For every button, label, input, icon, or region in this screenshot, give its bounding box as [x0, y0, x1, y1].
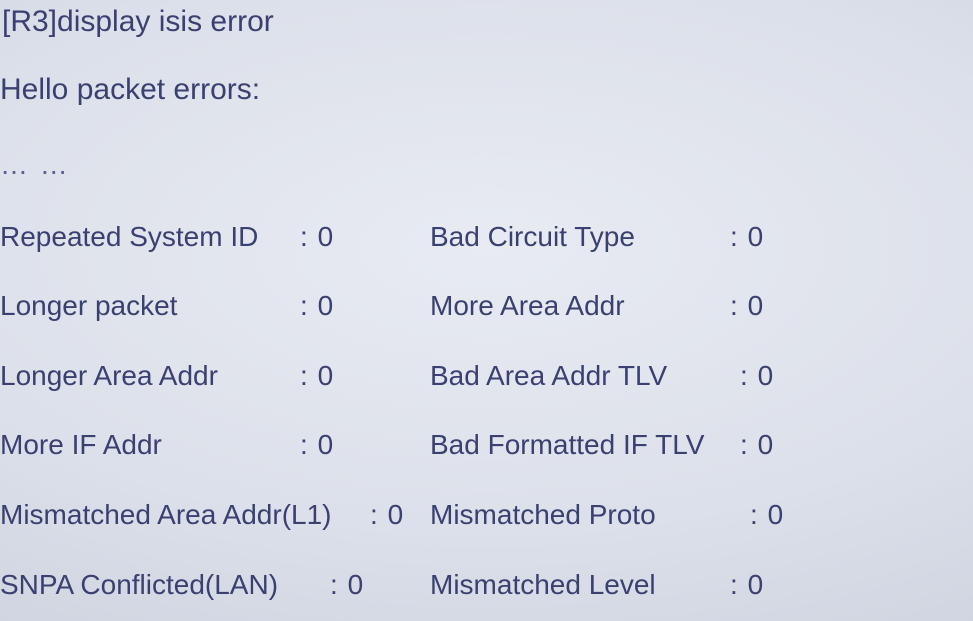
error-cell: Repeated System ID : 0 — [0, 220, 430, 254]
error-cell: Mismatched Level : 0 — [430, 568, 973, 602]
error-row: Longer Area Addr : 0 Bad Area Addr TLV :… — [0, 359, 973, 393]
separator: : — [370, 498, 386, 532]
separator: : — [740, 359, 756, 393]
error-value: 0 — [318, 289, 334, 323]
error-row: Repeated System ID : 0 Bad Circuit Type … — [0, 220, 973, 254]
section-title: Hello packet errors: — [0, 72, 973, 108]
error-value: 0 — [318, 220, 334, 254]
separator: : — [730, 289, 746, 323]
separator: : — [740, 428, 756, 462]
error-value: 0 — [318, 428, 334, 462]
error-value: 0 — [748, 220, 764, 254]
error-cell: More IF Addr : 0 — [0, 428, 430, 462]
separator: : — [300, 428, 316, 462]
separator: : — [750, 498, 766, 532]
terminal-output: [R3]display isis error Hello packet erro… — [0, 0, 973, 621]
error-label: Mismatched Proto — [430, 498, 750, 532]
separator: : — [730, 220, 746, 254]
error-value: 0 — [748, 568, 764, 602]
error-label: Bad Area Addr TLV — [430, 359, 740, 393]
error-cell: SNPA Conflicted(LAN) : 0 — [0, 568, 430, 602]
error-label: Repeated System ID — [0, 220, 300, 254]
error-label: Longer Area Addr — [0, 359, 300, 393]
error-value: 0 — [758, 359, 774, 393]
ellipsis: … … — [0, 148, 973, 182]
error-value: 0 — [748, 289, 764, 323]
error-label: More IF Addr — [0, 428, 300, 462]
error-cell: Bad Area Addr TLV : 0 — [430, 359, 973, 393]
error-value: 0 — [348, 568, 364, 602]
error-value: 0 — [388, 498, 404, 532]
error-value: 0 — [768, 498, 784, 532]
separator: : — [330, 568, 346, 602]
error-value: 0 — [758, 428, 774, 462]
error-label: Mismatched Level — [430, 568, 730, 602]
error-cell: Bad Circuit Type : 0 — [430, 220, 973, 254]
error-row: SNPA Conflicted(LAN) : 0 Mismatched Leve… — [0, 568, 973, 602]
error-label: Bad Circuit Type — [430, 220, 730, 254]
error-label: Bad Formatted IF TLV — [430, 428, 740, 462]
error-row: Mismatched Area Addr(L1) : 0 Mismatched … — [0, 498, 973, 532]
error-label: SNPA Conflicted(LAN) — [0, 568, 330, 602]
error-row: Longer packet : 0 More Area Addr : 0 — [0, 289, 973, 323]
error-value: 0 — [318, 359, 334, 393]
separator: : — [300, 289, 316, 323]
error-cell: Bad Formatted IF TLV : 0 — [430, 428, 973, 462]
error-label: More Area Addr — [430, 289, 730, 323]
error-cell: Longer packet : 0 — [0, 289, 430, 323]
error-label: Mismatched Area Addr(L1) — [0, 498, 370, 532]
command-line: [R3]display isis error — [2, 4, 973, 40]
separator: : — [730, 568, 746, 602]
error-row: More IF Addr : 0 Bad Formatted IF TLV : … — [0, 428, 973, 462]
error-cell: Mismatched Proto : 0 — [430, 498, 973, 532]
error-cell: More Area Addr : 0 — [430, 289, 973, 323]
error-label: Longer packet — [0, 289, 300, 323]
separator: : — [300, 359, 316, 393]
separator: : — [300, 220, 316, 254]
error-cell: Mismatched Area Addr(L1) : 0 — [0, 498, 430, 532]
error-cell: Longer Area Addr : 0 — [0, 359, 430, 393]
